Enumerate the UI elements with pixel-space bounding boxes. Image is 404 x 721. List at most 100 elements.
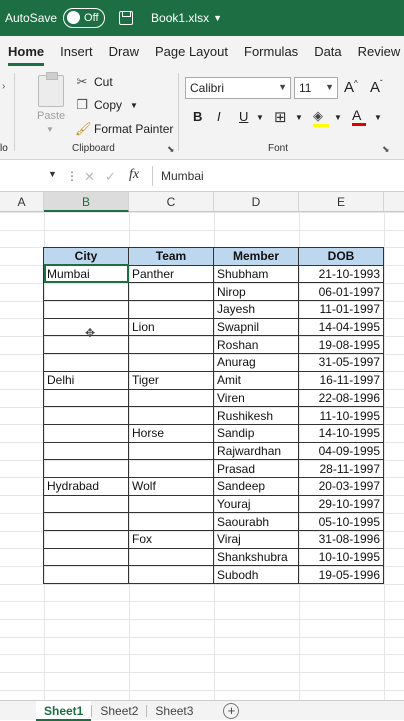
bold-button[interactable]: B [193, 109, 202, 124]
cell-dob[interactable]: 10-10-1995 [298, 547, 384, 567]
format-painter-button[interactable]: 🖌 Format Painter [75, 121, 173, 137]
cell-member[interactable]: Swapnil [213, 317, 299, 337]
header-dob[interactable]: DOB [298, 247, 384, 266]
cell-city[interactable]: Mumbai [43, 264, 129, 284]
cell-team[interactable]: Panther [128, 264, 214, 284]
cell-city[interactable] [43, 406, 129, 425]
column-header-e[interactable]: E [299, 192, 384, 212]
chevron-down-icon[interactable]: ▼ [213, 13, 222, 23]
cell-team[interactable]: Lion [128, 317, 214, 337]
cell-dob[interactable]: 31-05-1997 [298, 353, 384, 372]
tab-insert[interactable]: Insert [52, 44, 101, 59]
cell-dob[interactable]: 19-05-1996 [298, 565, 384, 585]
fill-color-button[interactable]: ◈ [313, 108, 329, 127]
sheet-tab-2[interactable]: Sheet2 [92, 701, 146, 721]
cell-team[interactable]: Fox [128, 530, 214, 549]
cell-member[interactable]: Viraj [213, 530, 299, 549]
cell-member[interactable]: Jayesh [213, 300, 299, 319]
cell-team[interactable]: Tiger [128, 370, 214, 390]
more-options-icon[interactable]: ⋮ [66, 169, 78, 183]
cell-city[interactable] [43, 388, 129, 408]
cell-member[interactable]: Shubham [213, 264, 299, 284]
cell-dob[interactable]: 16-11-1997 [298, 370, 384, 390]
cell-member[interactable]: Nirop [213, 282, 299, 302]
cell-dob[interactable]: 29-10-1997 [298, 494, 384, 514]
cell-city[interactable] [43, 423, 129, 443]
cell-team[interactable]: Wolf [128, 476, 214, 496]
cell-team[interactable] [128, 406, 214, 425]
cell-dob[interactable]: 05-10-1995 [298, 512, 384, 531]
cell-dob[interactable]: 06-01-1997 [298, 282, 384, 302]
tab-page-layout[interactable]: Page Layout [147, 44, 236, 59]
font-color-button[interactable]: A [352, 107, 366, 126]
paste-button[interactable]: Paste [37, 110, 65, 122]
header-city[interactable]: City [43, 247, 129, 266]
cell-member[interactable]: Sandeep [213, 476, 299, 496]
cell-dob[interactable]: 04-09-1995 [298, 441, 384, 461]
cell-member[interactable]: Rajwardhan [213, 441, 299, 461]
cell-dob[interactable]: 21-10-1993 [298, 264, 384, 284]
clipboard-launcher-icon[interactable]: ⬊ [167, 144, 175, 155]
cell-member[interactable]: Anurag [213, 353, 299, 372]
cell-member[interactable]: Youraj [213, 494, 299, 514]
cell-member[interactable]: Shankshubra [213, 547, 299, 567]
cell-city[interactable] [43, 282, 129, 302]
cell-team[interactable] [128, 388, 214, 408]
font-name-select[interactable]: Calibri ▼ [185, 77, 291, 99]
grow-font-button[interactable]: A^ [344, 79, 358, 96]
formula-input[interactable]: Mumbai [161, 169, 204, 183]
cell-member[interactable]: Subodh [213, 565, 299, 585]
tab-home[interactable]: Home [0, 44, 52, 66]
sheet-tab-3[interactable]: Sheet3 [147, 701, 201, 721]
column-header-d[interactable]: D [214, 192, 299, 212]
tab-draw[interactable]: Draw [101, 44, 147, 59]
underline-button[interactable]: U [239, 109, 248, 124]
cell-dob[interactable]: 14-10-1995 [298, 423, 384, 443]
font-size-select[interactable]: 11 ▼ [294, 77, 338, 99]
cell-team[interactable] [128, 282, 214, 302]
sheet-tab-1[interactable]: Sheet1 [36, 700, 92, 721]
cell-team[interactable]: Horse [128, 423, 214, 443]
cell-team[interactable] [128, 353, 214, 372]
copy-dropdown-icon[interactable]: ▼ [130, 101, 138, 110]
cell-dob[interactable]: 22-08-1996 [298, 388, 384, 408]
cell-member[interactable]: Prasad [213, 459, 299, 478]
cell-team[interactable] [128, 300, 214, 319]
cell-member[interactable]: Sandip [213, 423, 299, 443]
shrink-font-button[interactable]: Aˇ [370, 79, 383, 96]
borders-dropdown-icon[interactable]: ▼ [295, 113, 303, 122]
cell-dob[interactable]: 20-03-1997 [298, 476, 384, 496]
cut-button[interactable]: ✂ Cut [75, 74, 113, 90]
column-header-b[interactable]: B [44, 192, 129, 212]
cell-city[interactable] [43, 530, 129, 549]
cell-team[interactable] [128, 547, 214, 567]
cell-team[interactable] [128, 335, 214, 355]
cell-city[interactable] [43, 300, 129, 319]
cell-member[interactable]: Amit [213, 370, 299, 390]
cell-team[interactable] [128, 512, 214, 531]
paste-icon[interactable] [38, 72, 64, 107]
cell-team[interactable] [128, 459, 214, 478]
tab-formulas[interactable]: Formulas [236, 44, 306, 59]
cancel-icon[interactable]: ✕ [84, 169, 95, 185]
font-launcher-icon[interactable]: ⬊ [382, 144, 390, 155]
cell-member[interactable]: Saourabh [213, 512, 299, 531]
cell-member[interactable]: Rushikesh [213, 406, 299, 425]
cell-dob[interactable]: 11-10-1995 [298, 406, 384, 425]
file-name[interactable]: Book1.xlsx [151, 11, 209, 25]
copy-button[interactable]: ❐ Copy ▼ [75, 97, 138, 113]
save-icon[interactable] [119, 11, 134, 25]
tab-review[interactable]: Review [350, 44, 404, 59]
cell-city[interactable] [43, 353, 129, 372]
spreadsheet-grid[interactable]: A B C D E City Team Member DOB Mumbai Pan… [0, 192, 404, 700]
column-header-f[interactable] [384, 192, 404, 212]
paste-dropdown-icon[interactable]: ▼ [46, 125, 54, 134]
cell-member[interactable]: Viren [213, 388, 299, 408]
cell-city[interactable] [43, 547, 129, 567]
header-team[interactable]: Team [128, 247, 214, 266]
font-color-dropdown-icon[interactable]: ▼ [374, 113, 382, 122]
cell-dob[interactable]: 11-01-1997 [298, 300, 384, 319]
cell-city[interactable]: Delhi [43, 370, 129, 390]
fill-dropdown-icon[interactable]: ▼ [334, 113, 342, 122]
cell-city[interactable]: Hydrabad [43, 476, 129, 496]
